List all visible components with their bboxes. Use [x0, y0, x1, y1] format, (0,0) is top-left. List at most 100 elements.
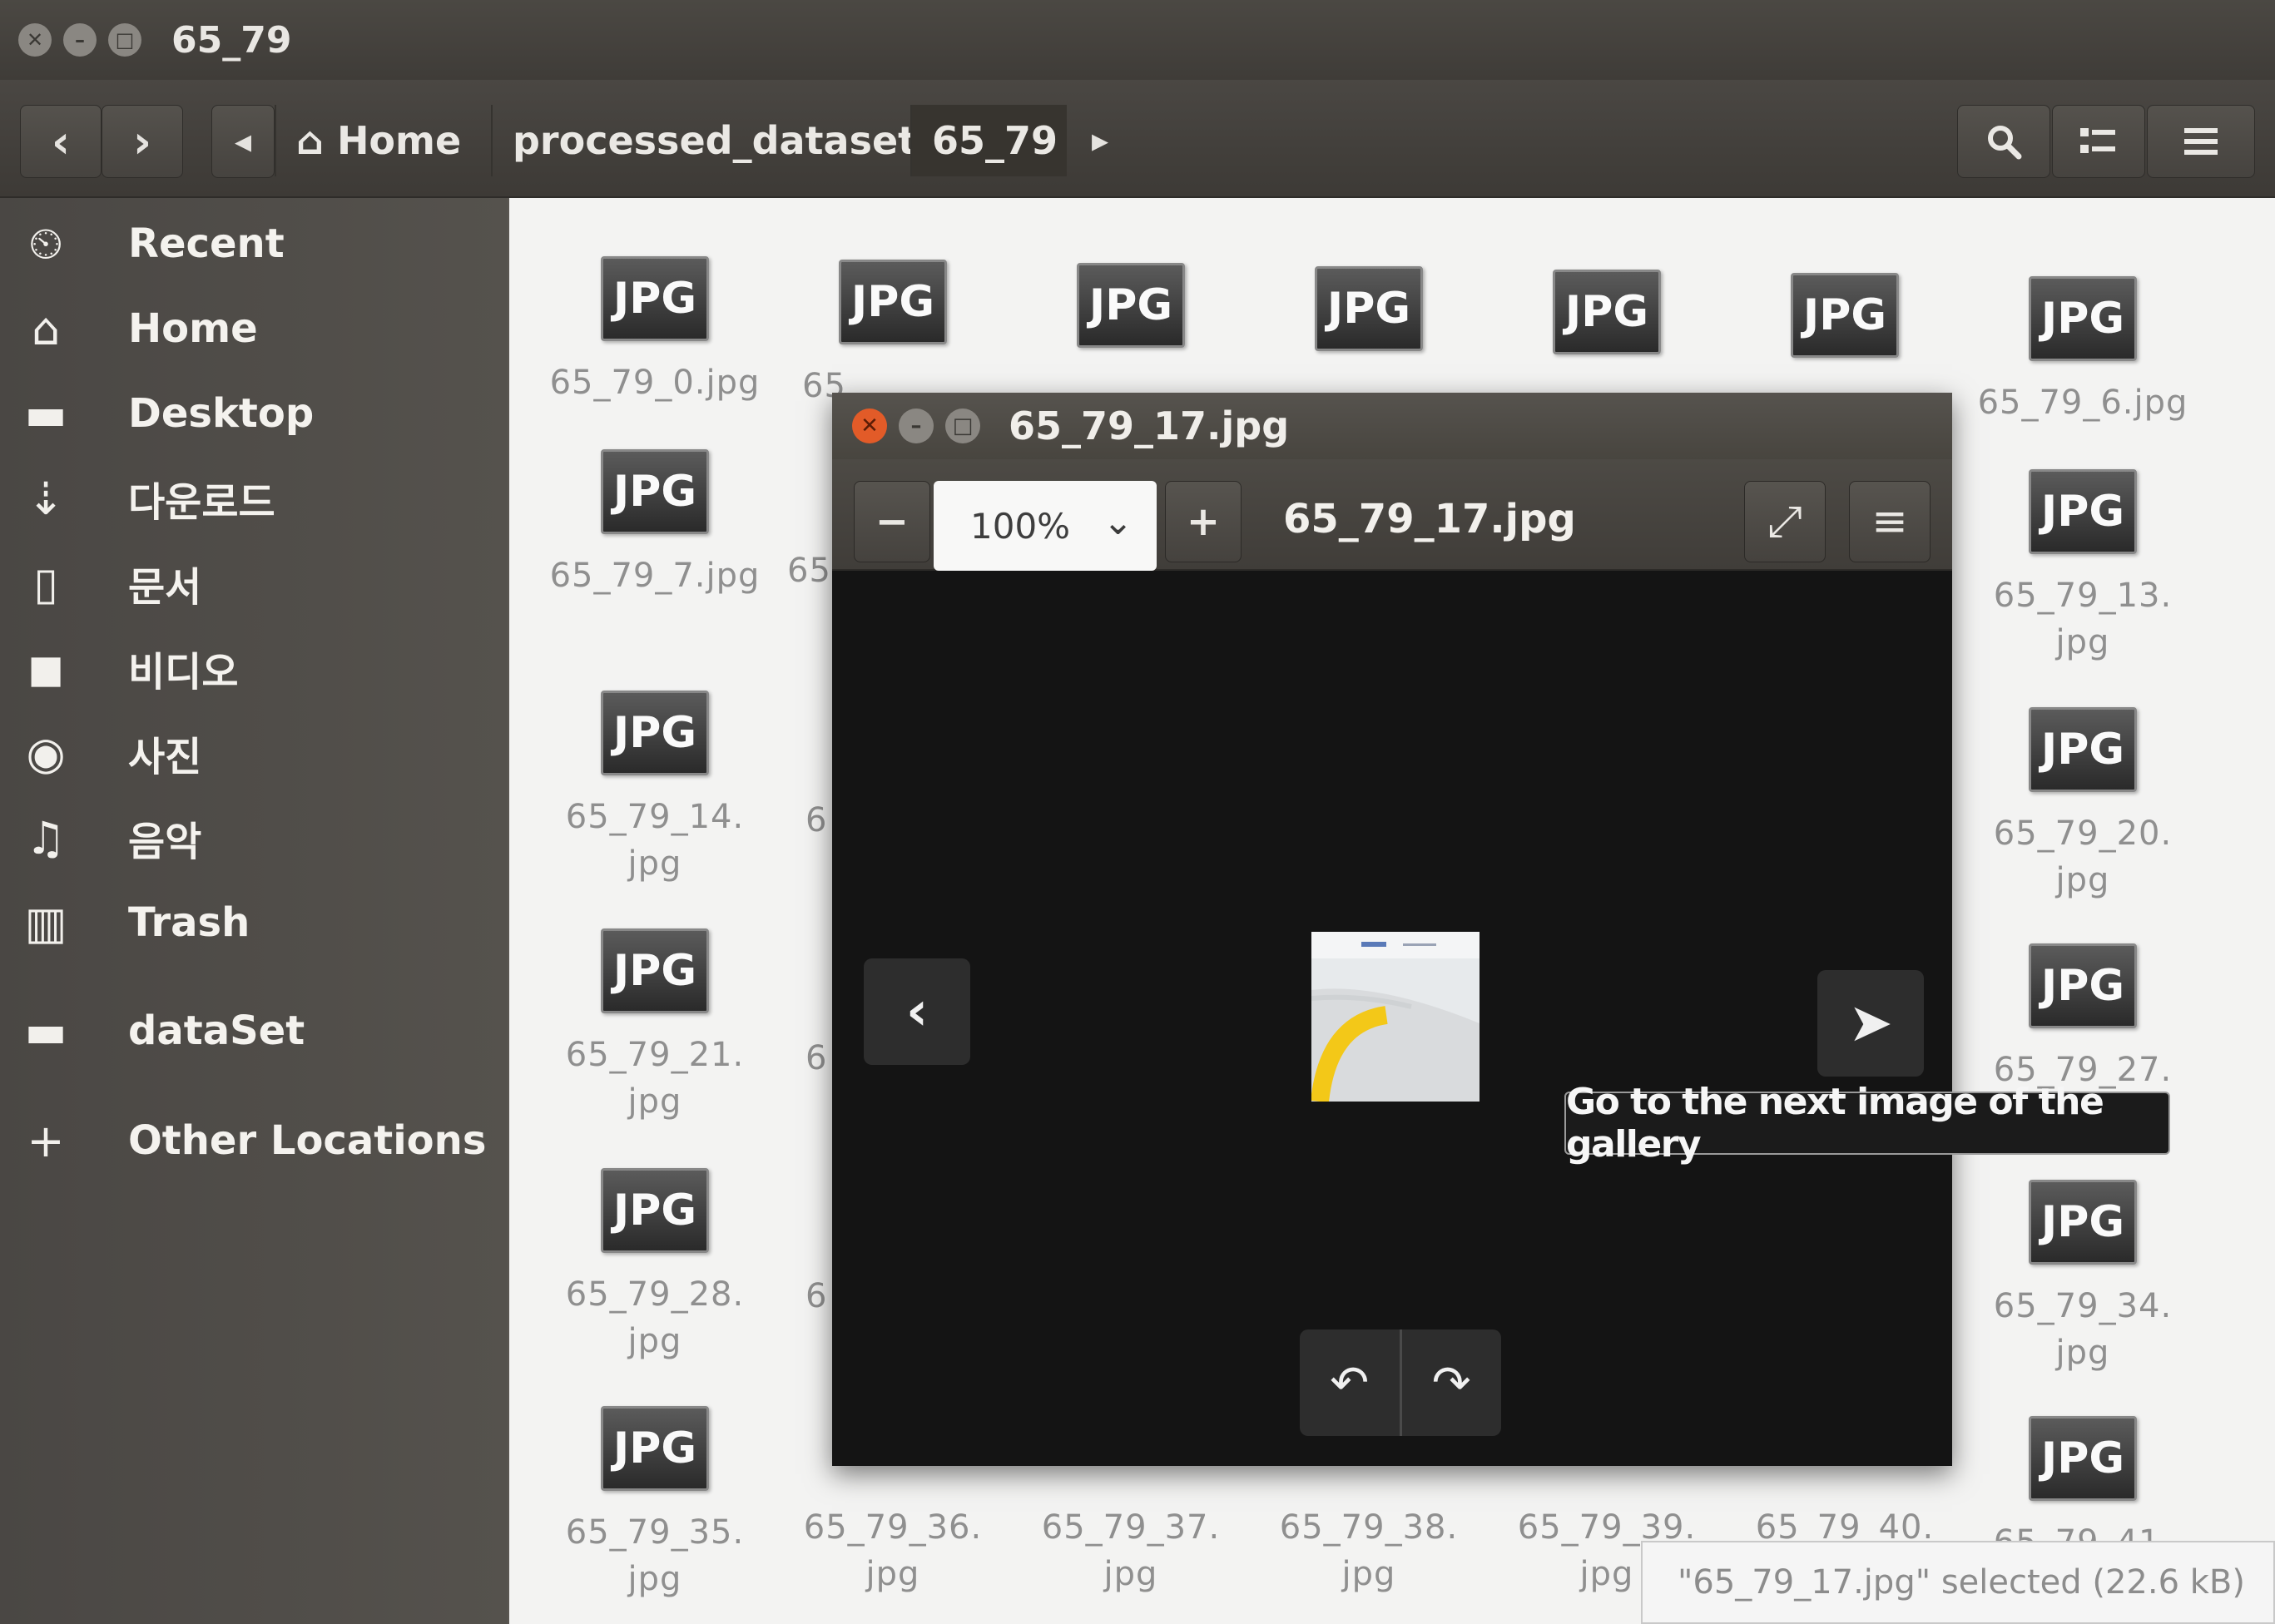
file-item[interactable]: JPG [1250, 266, 1488, 351]
plus-icon: + [1186, 498, 1221, 545]
jpg-file-icon: JPG [1791, 273, 1899, 358]
jpg-file-icon: JPG [601, 928, 709, 1013]
close-icon[interactable]: ✕ [852, 408, 887, 443]
breadcrumb-processed-dataset2[interactable]: processed_dataset2 [491, 105, 943, 176]
sidebar: ⏲ Recent ⌂ Home ▬ Desktop ⇣ 다운로드 ▯ 문서 ◼ … [0, 198, 508, 1624]
file-name-line: jpg [1103, 1555, 1158, 1593]
sidebar-item-label: Desktop [128, 390, 315, 437]
menu-icon: ≡ [1871, 497, 1908, 547]
file-name: 65_79_6.jpg [1977, 384, 2188, 422]
menu-button[interactable] [2147, 105, 2255, 178]
sidebar-item-videos[interactable]: ◼ 비디오 [0, 631, 508, 706]
file-name-line: 65_79_20. [1993, 814, 2173, 853]
rotate-controls: ↶ ↷ [1300, 1329, 1501, 1436]
file-item[interactable]: JPG 65_79_28. jpg [536, 1168, 774, 1364]
maximize-icon[interactable]: □ [945, 408, 980, 443]
jpg-file-icon: JPG [1315, 266, 1423, 351]
home-icon: ⌂ [31, 302, 61, 355]
file-name-line: jpg [627, 1560, 682, 1598]
file-name: 65_79_7.jpg [549, 557, 761, 595]
file-item[interactable]: JPG [1726, 273, 1964, 358]
file-name-partial: 6 [805, 1277, 828, 1315]
file-item[interactable]: JPG 65_79_21. jpg [536, 928, 774, 1125]
menu-icon [2184, 128, 2218, 155]
file-name-line: jpg [627, 1082, 682, 1121]
image-preview [1311, 932, 1479, 1102]
rotate-right-icon[interactable]: ↷ [1402, 1329, 1502, 1436]
sidebar-item-label: 사진 [128, 734, 202, 780]
file-item[interactable]: JPG 65_79_34. jpg [1964, 1180, 2202, 1376]
file-item[interactable]: JPG 65_79_13. jpg [1964, 469, 2202, 666]
chevron-left-icon: ‹ [905, 981, 929, 1042]
file-name-partial: 65 [787, 552, 831, 590]
maximize-icon[interactable]: □ [108, 23, 141, 57]
rotate-left-icon[interactable]: ↶ [1300, 1329, 1402, 1436]
file-item[interactable]: JPG 65 [774, 260, 1012, 409]
sidebar-item-pictures[interactable]: ◉ 사진 [0, 715, 508, 790]
forward-button[interactable]: › [102, 105, 183, 178]
file-name[interactable]: 65_79_37. jpg [1012, 1504, 1250, 1597]
file-item[interactable]: JPG 65_79_27. [1964, 943, 2202, 1093]
file-item[interactable]: JPG 65_79_14. jpg [536, 691, 774, 887]
zoom-out-button[interactable]: − [854, 481, 930, 562]
minimize-icon[interactable]: – [899, 408, 934, 443]
breadcrumb-label: 65_79 [932, 118, 1058, 163]
sidebar-item-recent[interactable]: ⏲ Recent [0, 206, 508, 281]
music-icon: ♫ [25, 811, 67, 864]
sidebar-item-dataset[interactable]: ▬ dataSet [0, 993, 508, 1068]
clock-icon: ⏲ [27, 217, 64, 270]
file-item[interactable]: JPG 65_79_0.jpg [536, 256, 774, 406]
file-name-partial: 6 [805, 1039, 828, 1077]
path-scroll-right-button[interactable]: ▸ [1073, 105, 1127, 176]
breadcrumb-current[interactable]: 65_79 [910, 105, 1067, 176]
file-item[interactable]: JPG 65_79_20. jpg [1964, 707, 2202, 904]
breadcrumb-label: processed_dataset2 [513, 118, 944, 163]
jpg-file-icon: JPG [839, 260, 947, 344]
file-item[interactable]: JPG 65_79_6.jpg [1964, 276, 2202, 426]
sidebar-item-label: 음악 [128, 819, 202, 865]
sidebar-item-other-locations[interactable]: + Other Locations [0, 1103, 508, 1178]
file-name: 65_79_35. jpg [536, 1509, 774, 1602]
sidebar-item-downloads[interactable]: ⇣ 다운로드 [0, 461, 508, 536]
back-button[interactable]: ‹ [20, 105, 102, 178]
zoom-in-button[interactable]: + [1165, 481, 1242, 562]
zoom-value: 100% [970, 505, 1071, 547]
file-name-line: 65_79_36. [803, 1508, 983, 1547]
sidebar-item-label: dataSet [128, 1008, 305, 1054]
sidebar-item-music[interactable]: ♫ 음악 [0, 800, 508, 875]
file-name: 65_79_20. jpg [1964, 810, 2202, 904]
file-name-line: 65_79_37. [1041, 1508, 1221, 1547]
search-button[interactable] [1957, 105, 2050, 178]
previous-image-button[interactable]: ‹ [864, 958, 970, 1065]
file-item[interactable]: JPG [1012, 263, 1250, 348]
file-item[interactable]: JPG [1488, 270, 1726, 354]
file-name[interactable]: 65_79_36. jpg [774, 1504, 1012, 1597]
breadcrumb-home[interactable]: ⌂ Home [275, 105, 488, 176]
window-title: 65_79 [171, 18, 292, 62]
sidebar-item-documents[interactable]: ▯ 문서 [0, 546, 508, 621]
sidebar-item-trash[interactable]: ▥ Trash [0, 885, 508, 960]
zoom-level-dropdown[interactable]: 100% ⌄ [934, 481, 1157, 571]
file-name: 65_79_34. jpg [1964, 1283, 2202, 1376]
next-image-button[interactable]: ➤ [1817, 970, 1924, 1077]
file-name-line: 65_79_13. [1993, 577, 2173, 615]
breadcrumb-label: Home [336, 118, 462, 163]
image-viewer-window: ✕ – □ 65_79_17.jpg − 100% ⌄ + 65_79_17.j… [832, 393, 1952, 1466]
file-item[interactable]: JPG 65_79_7.jpg [536, 449, 774, 599]
file-name-line: jpg [627, 1322, 682, 1360]
cursor-pointer-icon: ➤ [1848, 993, 1893, 1054]
fullscreen-button[interactable]: ⤢ [1744, 481, 1826, 562]
view-toggle-button[interactable] [2052, 105, 2145, 178]
path-scroll-left-button[interactable]: ◂ [211, 105, 275, 178]
file-item[interactable]: JPG 65_79_35. jpg [536, 1406, 774, 1602]
selection-status: "65_79_17.jpg" selected (22.6 kB) [1641, 1541, 2275, 1624]
close-icon[interactable]: ✕ [18, 23, 52, 57]
sidebar-item-home[interactable]: ⌂ Home [0, 291, 508, 366]
minimize-icon[interactable]: – [63, 23, 97, 57]
jpg-file-icon: JPG [2029, 943, 2137, 1028]
sidebar-item-desktop[interactable]: ▬ Desktop [0, 376, 508, 451]
chevron-left-icon: ‹ [51, 115, 71, 168]
file-name[interactable]: 65_79_38. jpg [1250, 1504, 1488, 1597]
viewer-menu-button[interactable]: ≡ [1849, 481, 1931, 562]
file-name-line: 65_79_35. [565, 1513, 745, 1552]
